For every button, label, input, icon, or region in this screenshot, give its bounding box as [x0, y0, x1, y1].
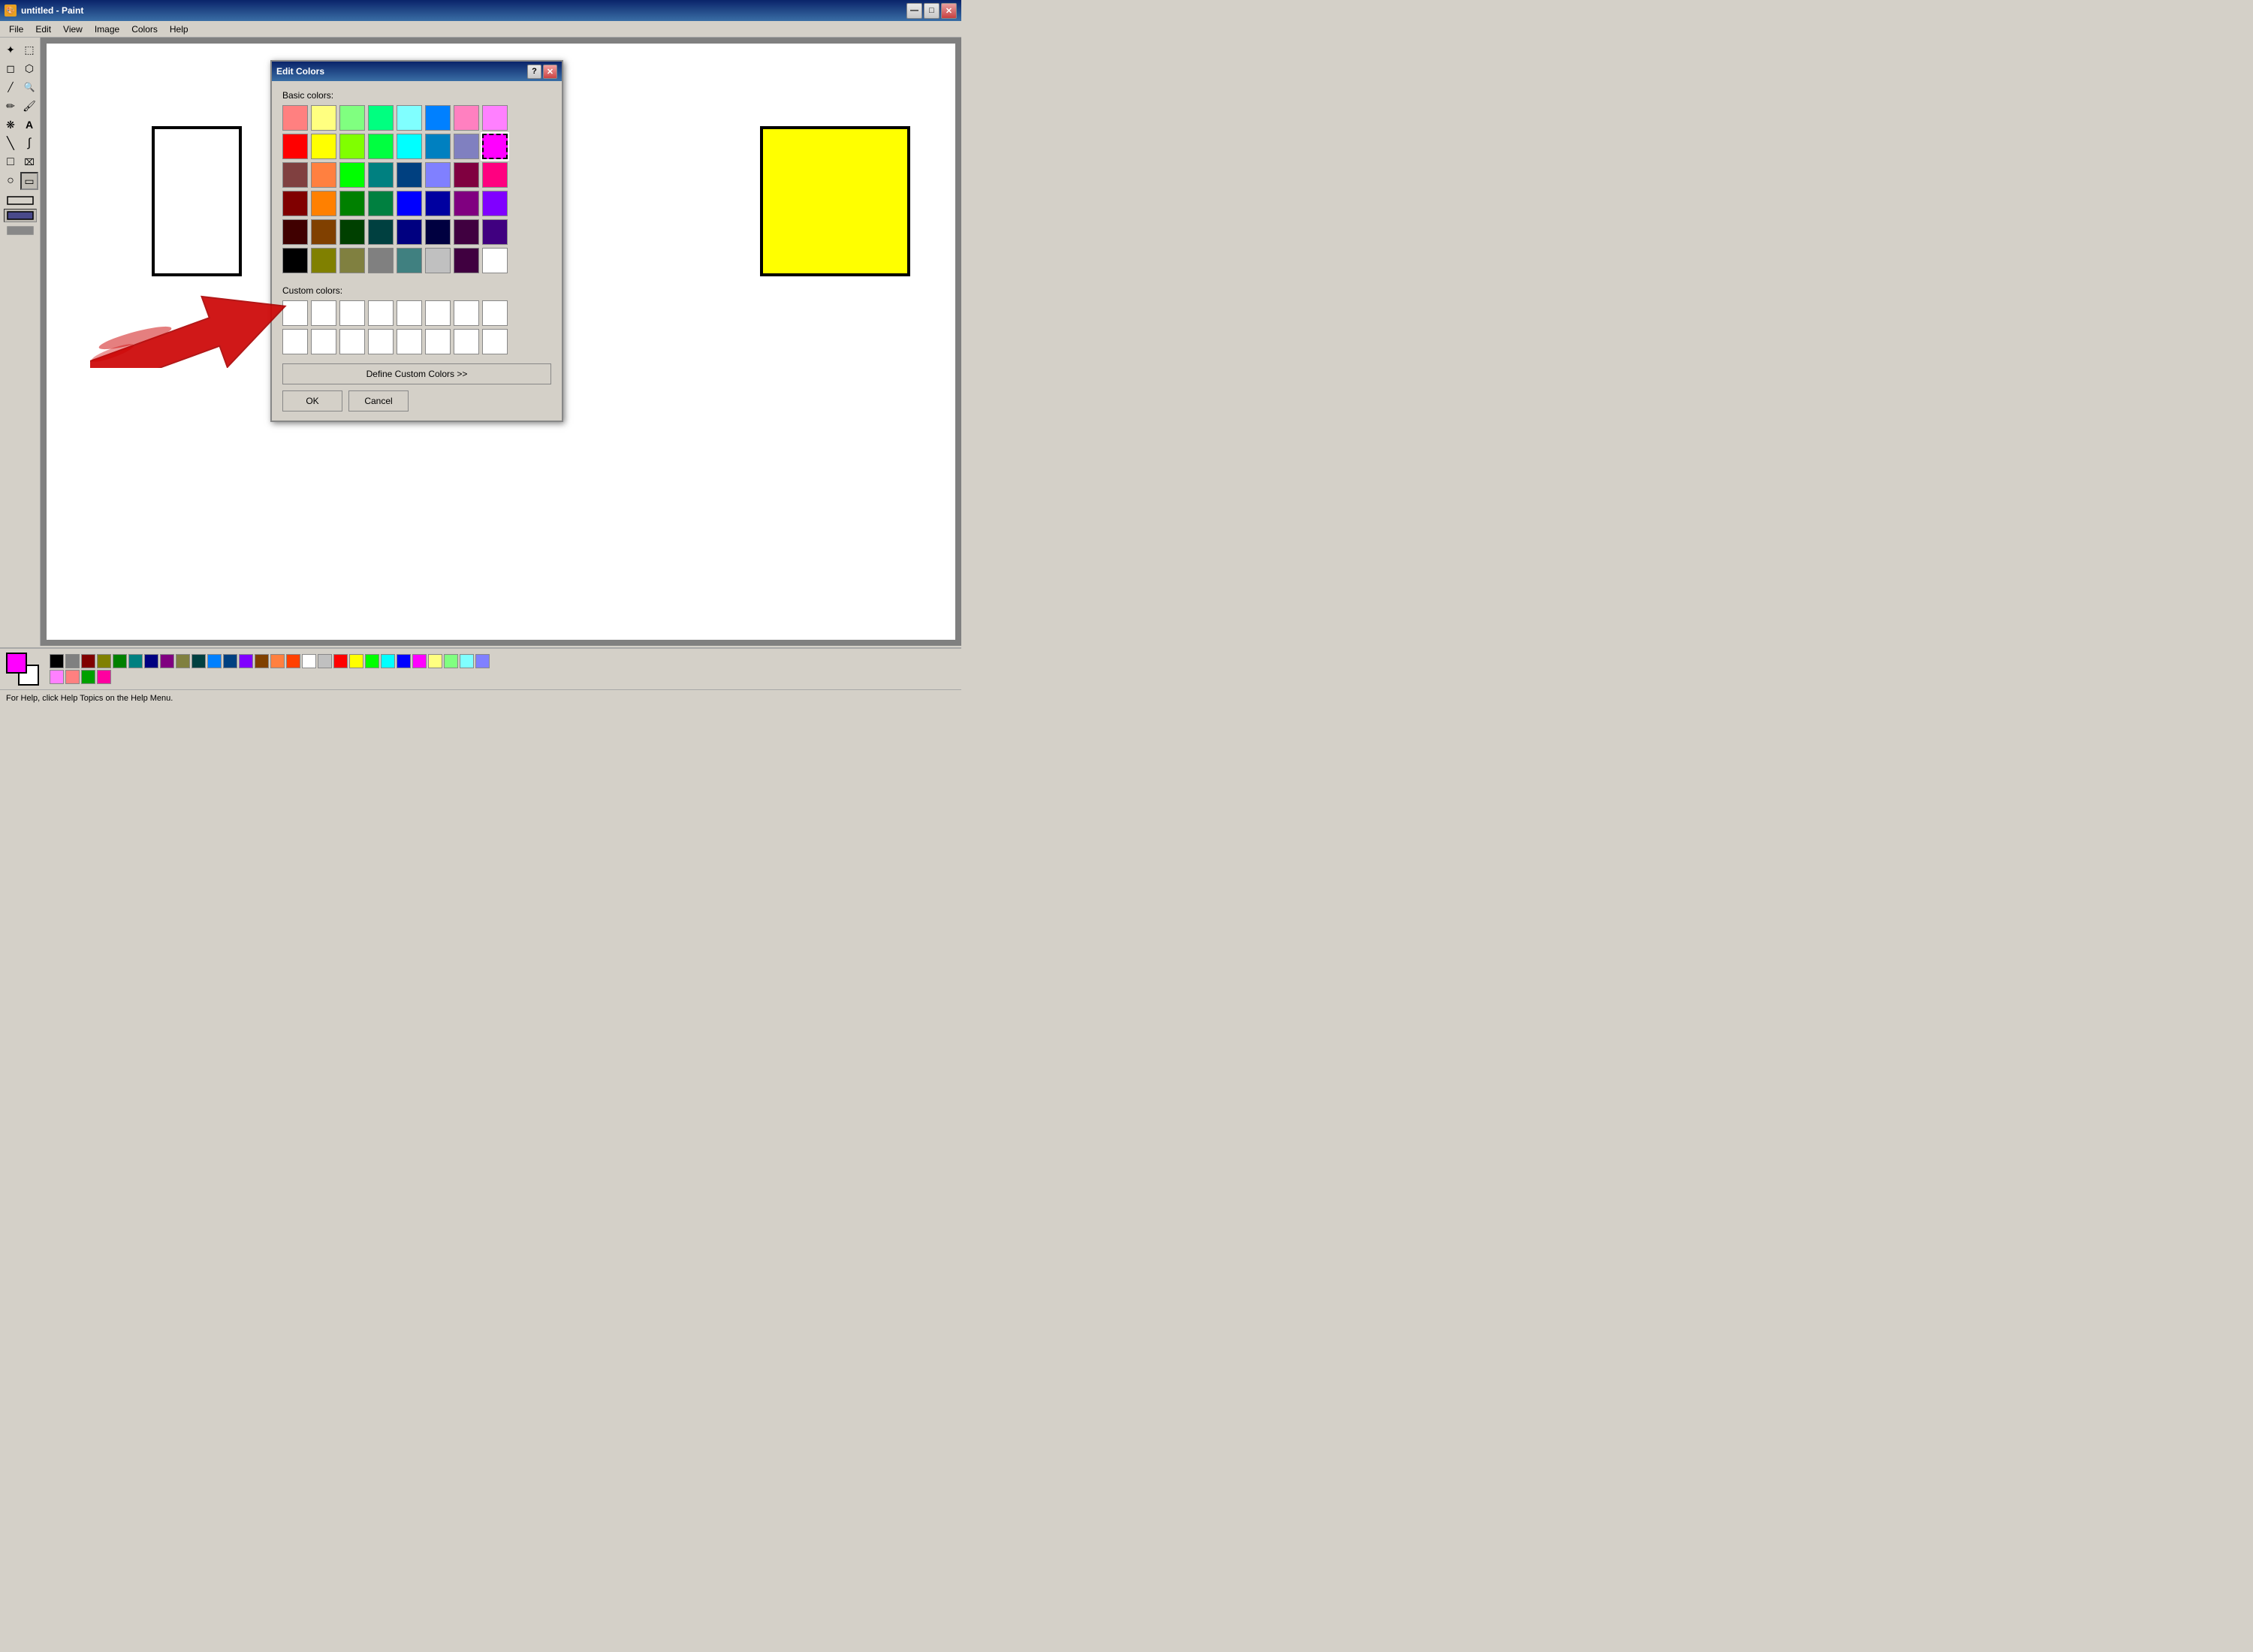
basic-color-cell[interactable]	[425, 134, 451, 159]
custom-color-cell[interactable]	[311, 329, 336, 354]
ok-button[interactable]: OK	[282, 390, 342, 411]
custom-colors-grid	[282, 300, 551, 356]
basic-color-cell[interactable]	[482, 105, 508, 131]
basic-color-cell[interactable]	[425, 219, 451, 245]
basic-color-cell[interactable]	[397, 219, 422, 245]
custom-color-cell[interactable]	[282, 300, 308, 326]
basic-color-cell[interactable]	[368, 191, 394, 216]
basic-color-cell[interactable]	[311, 248, 336, 273]
custom-color-cell[interactable]	[311, 300, 336, 326]
basic-color-cell[interactable]	[339, 162, 365, 188]
basic-color-cell[interactable]	[397, 191, 422, 216]
custom-color-cell[interactable]	[454, 329, 479, 354]
basic-color-cell[interactable]	[397, 134, 422, 159]
basic-color-cell[interactable]	[311, 219, 336, 245]
dialog-title-bar: Edit Colors ? ✕	[272, 62, 562, 81]
basic-color-cell[interactable]	[425, 105, 451, 131]
dialog-help-button[interactable]: ?	[527, 65, 541, 79]
basic-color-cell[interactable]	[339, 248, 365, 273]
basic-colors-grid	[282, 105, 551, 275]
custom-color-cell[interactable]	[482, 329, 508, 354]
basic-color-cell[interactable]	[368, 134, 394, 159]
basic-color-cell[interactable]	[368, 162, 394, 188]
basic-color-cell[interactable]	[425, 191, 451, 216]
custom-color-cell[interactable]	[425, 300, 451, 326]
basic-color-cell[interactable]	[368, 248, 394, 273]
basic-color-cell[interactable]	[339, 105, 365, 131]
dialog-content: Basic colors: Custom colors: Define Cust…	[272, 81, 562, 421]
basic-color-cell[interactable]	[425, 248, 451, 273]
basic-color-cell[interactable]	[425, 162, 451, 188]
basic-color-cell[interactable]	[282, 162, 308, 188]
dialog-title: Edit Colors	[276, 66, 524, 77]
custom-color-cell[interactable]	[397, 300, 422, 326]
basic-color-cell[interactable]	[454, 191, 479, 216]
custom-color-cell[interactable]	[339, 329, 365, 354]
custom-color-cell[interactable]	[368, 329, 394, 354]
basic-color-cell[interactable]	[454, 219, 479, 245]
basic-color-cell[interactable]	[368, 105, 394, 131]
basic-color-cell[interactable]	[482, 162, 508, 188]
basic-color-cell[interactable]	[397, 105, 422, 131]
basic-color-cell[interactable]	[397, 248, 422, 273]
basic-colors-label: Basic colors:	[282, 90, 551, 101]
basic-color-cell[interactable]	[482, 219, 508, 245]
basic-color-cell[interactable]	[282, 134, 308, 159]
custom-color-cell[interactable]	[454, 300, 479, 326]
basic-color-cell[interactable]	[454, 105, 479, 131]
cancel-button[interactable]: Cancel	[348, 390, 409, 411]
basic-color-cell[interactable]	[368, 219, 394, 245]
basic-color-cell[interactable]	[339, 134, 365, 159]
basic-color-cell[interactable]	[311, 191, 336, 216]
custom-color-cell[interactable]	[425, 329, 451, 354]
basic-color-cell[interactable]	[339, 219, 365, 245]
dialog-buttons: OK Cancel	[282, 390, 551, 411]
red-arrow-annotation	[90, 278, 300, 368]
basic-color-cell[interactable]	[454, 134, 479, 159]
basic-color-cell[interactable]	[311, 105, 336, 131]
define-custom-colors-button[interactable]: Define Custom Colors >>	[282, 363, 551, 384]
basic-color-cell[interactable]	[311, 162, 336, 188]
basic-color-cell[interactable]	[282, 248, 308, 273]
basic-color-cell[interactable]	[454, 162, 479, 188]
custom-color-cell[interactable]	[368, 300, 394, 326]
basic-color-cell[interactable]	[282, 105, 308, 131]
custom-color-cell[interactable]	[339, 300, 365, 326]
custom-color-cell[interactable]	[282, 329, 308, 354]
basic-color-cell[interactable]	[311, 134, 336, 159]
edit-colors-dialog: Edit Colors ? ✕ Basic colors: Custom col…	[270, 60, 563, 422]
custom-color-cell[interactable]	[397, 329, 422, 354]
basic-color-cell[interactable]	[339, 191, 365, 216]
basic-color-cell[interactable]	[482, 191, 508, 216]
dialog-close-button[interactable]: ✕	[543, 65, 557, 79]
basic-color-cell[interactable]	[397, 162, 422, 188]
dialog-overlay: Edit Colors ? ✕ Basic colors: Custom col…	[0, 0, 961, 706]
basic-color-cell[interactable]	[454, 248, 479, 273]
basic-color-cell[interactable]	[482, 248, 508, 273]
basic-color-cell[interactable]	[282, 191, 308, 216]
basic-color-cell[interactable]	[282, 219, 308, 245]
custom-color-cell[interactable]	[482, 300, 508, 326]
dialog-title-buttons: ? ✕	[527, 65, 557, 79]
custom-colors-label: Custom colors:	[282, 285, 551, 296]
basic-color-cell[interactable]	[482, 134, 508, 159]
